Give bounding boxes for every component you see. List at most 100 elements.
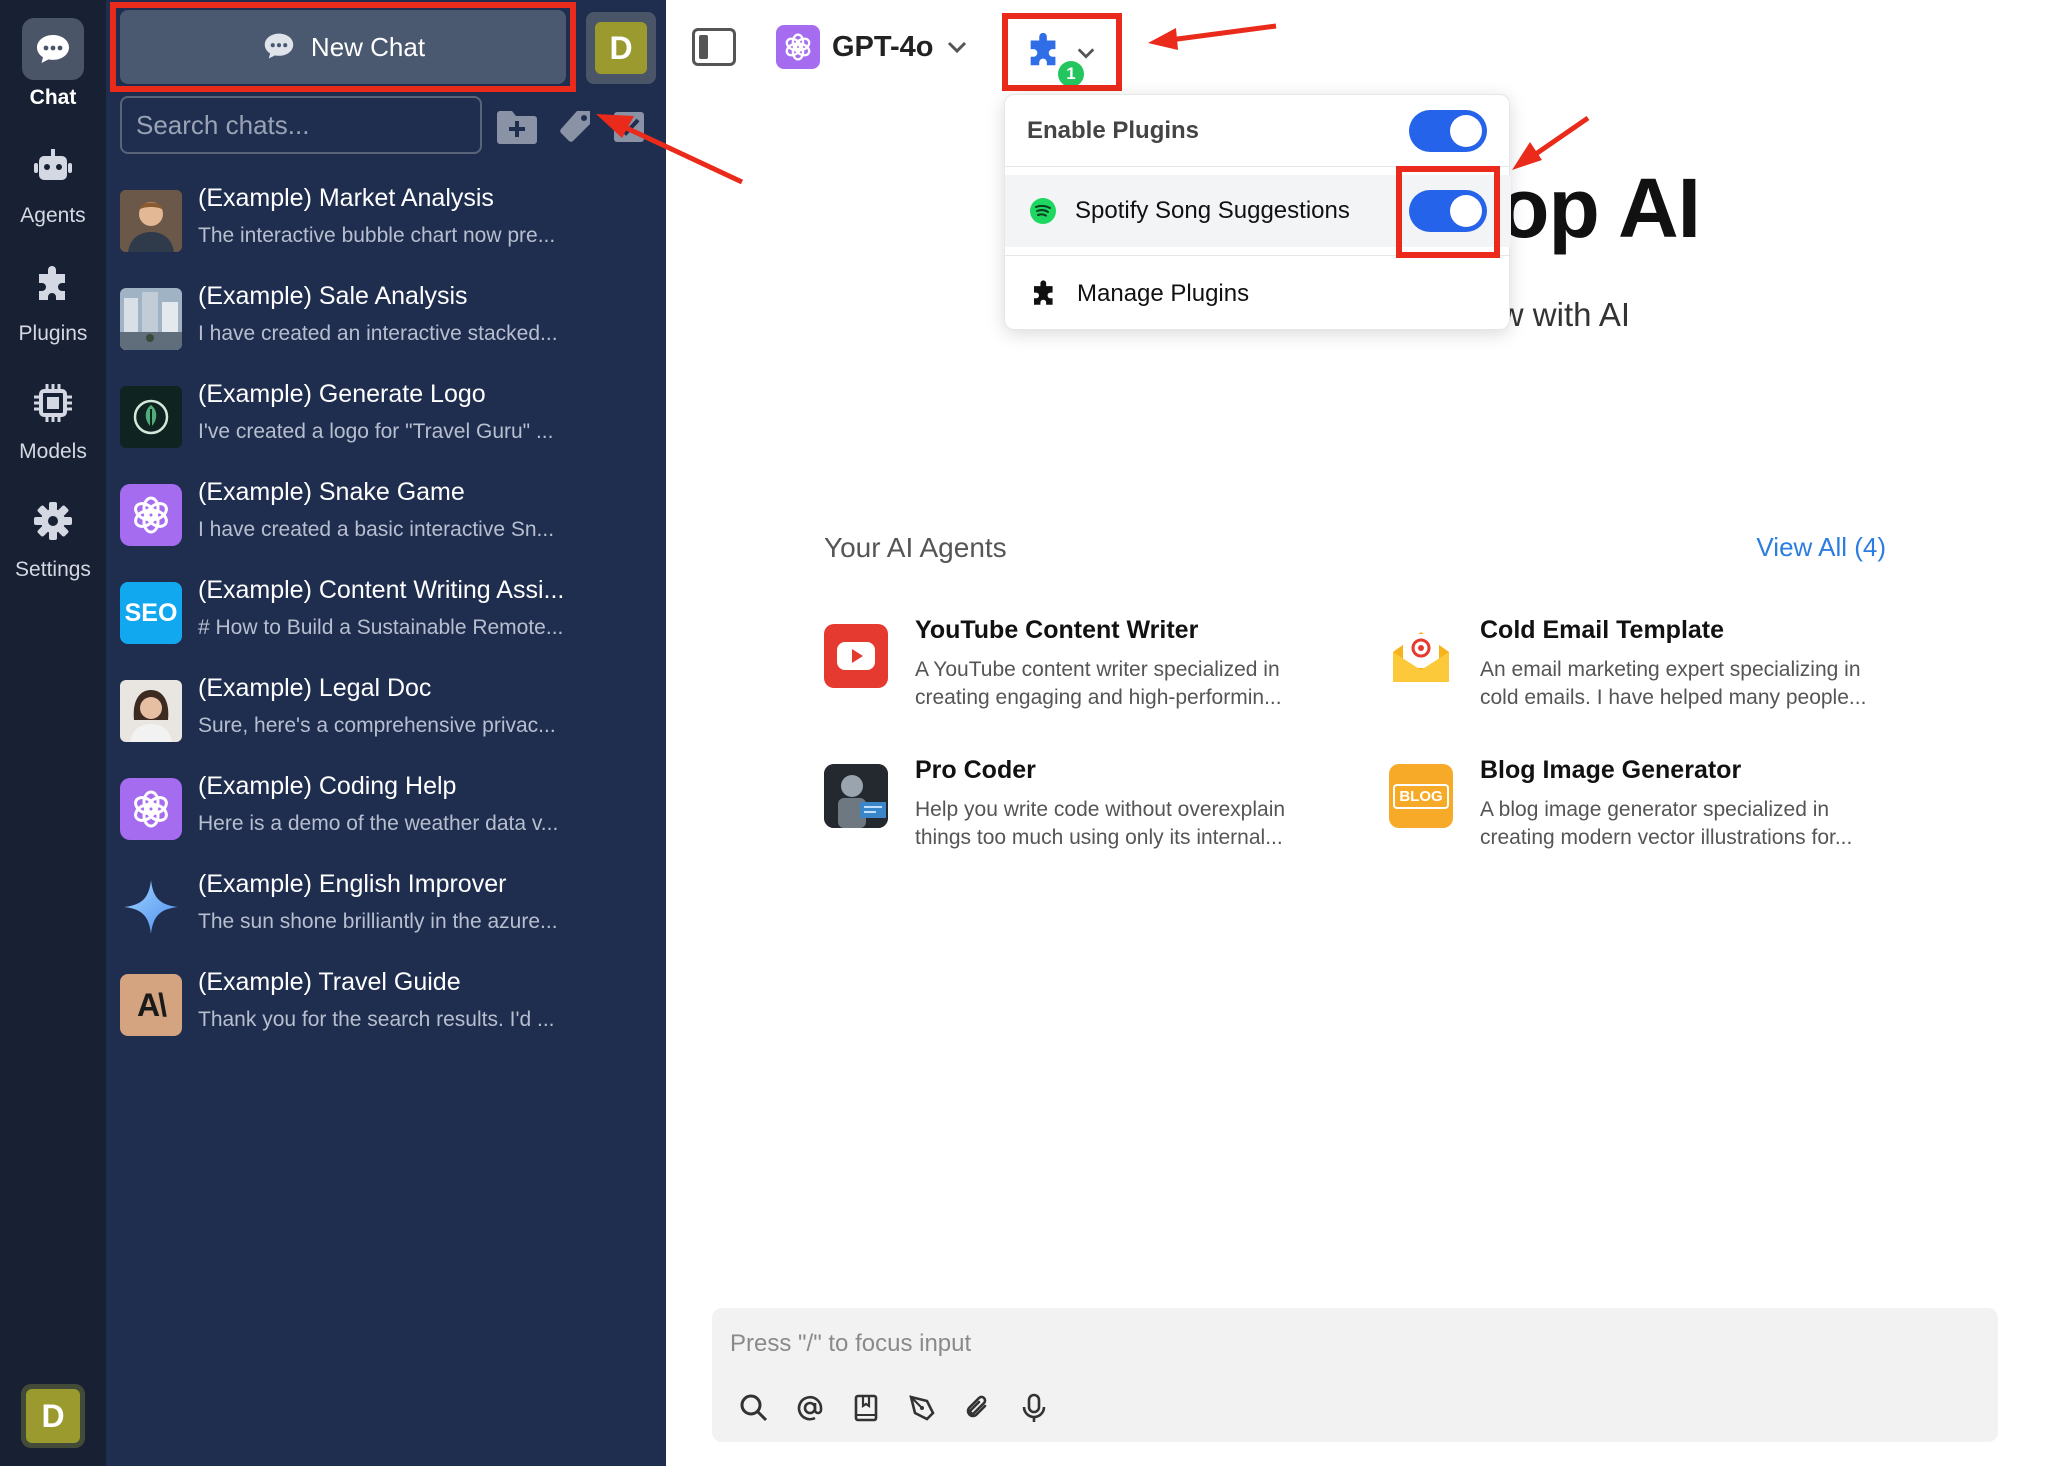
chat-list-panel: New Chat D (Example) Market Analysis The… (106, 0, 666, 1466)
enable-plugins-row: Enable Plugins (1005, 95, 1511, 167)
agent-description: A blog image generator specialized in cr… (1480, 796, 1900, 852)
openai-logo-icon (776, 25, 820, 69)
panel-user-avatar[interactable]: D (586, 12, 656, 84)
voice-input-button[interactable] (1016, 1390, 1052, 1426)
mention-button[interactable] (792, 1390, 828, 1426)
puzzle-icon (22, 254, 84, 316)
plugins-dropdown-button[interactable]: 1 (1010, 22, 1110, 87)
chat-preview: I've created a logo for "Travel Guru" ..… (198, 420, 554, 443)
tag-button[interactable] (552, 104, 598, 150)
chat-title: (Example) Snake Game (198, 478, 465, 506)
chat-preview: Thank you for the search results. I'd ..… (198, 1008, 555, 1031)
chat-preview: I have created an interactive stacked... (198, 322, 558, 345)
agent-name: YouTube Content Writer (915, 616, 1199, 644)
agent-description: A YouTube content writer specialized in … (915, 656, 1335, 712)
seo-badge-icon: SEO (120, 582, 182, 644)
openai-logo-icon (120, 484, 182, 546)
enable-plugins-toggle[interactable] (1409, 110, 1487, 152)
agent-card[interactable]: YouTube Content Writer A YouTube content… (824, 616, 1344, 726)
spotify-plugin-toggle[interactable] (1409, 190, 1487, 232)
plugin-count-badge: 1 (1058, 61, 1084, 87)
agent-card[interactable]: Pro Coder Help you write code without ov… (824, 756, 1344, 866)
rail-item-settings[interactable]: Settings (0, 490, 106, 582)
new-chat-button[interactable]: New Chat (120, 10, 566, 84)
rail-item-chat[interactable]: Chat (0, 18, 106, 110)
agent-description-line: things too much using only its internal.… (915, 826, 1283, 849)
model-selector[interactable]: GPT-4o (776, 24, 968, 70)
chat-title: (Example) Travel Guide (198, 968, 461, 996)
chat-list-item[interactable]: (Example) Sale Analysis I have created a… (120, 282, 650, 372)
plugin-puzzle-icon: 1 (1024, 31, 1084, 87)
rail-item-plugins[interactable]: Plugins (0, 254, 106, 346)
attach-file-button[interactable] (960, 1390, 996, 1426)
sidebar-toggle-button[interactable] (692, 28, 736, 66)
chat-preview: I have created a basic interactive Sn... (198, 518, 555, 541)
chat-list-item[interactable]: (Example) Coding Help Here is a demo of … (120, 772, 650, 862)
chat-preview: Here is a demo of the weather data v... (198, 812, 559, 835)
chat-list-item[interactable]: A\ (Example) Travel Guide Thank you for … (120, 968, 650, 1058)
leaf-logo-icon (120, 386, 182, 448)
agent-name: Blog Image Generator (1480, 756, 1742, 784)
manage-plugins-label: Manage Plugins (1077, 279, 1250, 307)
chat-list-item[interactable]: (Example) English Improver The sun shone… (120, 870, 650, 960)
rail-item-agents[interactable]: Agents (0, 136, 106, 228)
city-photo-icon (120, 288, 182, 350)
robot-icon (22, 136, 84, 198)
plugin-row-spotify[interactable]: Spotify Song Suggestions (1005, 175, 1511, 247)
agent-card[interactable]: BLOG Blog Image Generator A blog image g… (1389, 756, 1909, 866)
plugin-name: Spotify Song Suggestions (1075, 197, 1350, 224)
chat-bubble-icon (264, 33, 294, 59)
chat-title: (Example) Generate Logo (198, 380, 486, 408)
rail-label: Agents (20, 204, 86, 227)
select-chats-button[interactable] (606, 104, 652, 150)
youtube-icon (824, 624, 888, 688)
chat-list-item[interactable]: (Example) Generate Logo I've created a l… (120, 380, 650, 470)
agent-description-line: creating engaging and high-performin... (915, 686, 1282, 709)
puzzle-icon (1034, 279, 1053, 305)
message-input[interactable] (728, 1324, 1968, 1364)
chat-title: (Example) Market Analysis (198, 184, 494, 212)
search-icon (740, 1394, 768, 1422)
paperclip-icon (966, 1395, 987, 1418)
new-folder-button[interactable] (494, 104, 540, 150)
agent-description: An email marketing expert specializing i… (1480, 656, 1900, 712)
agent-description-line: A blog image generator specialized in (1480, 798, 1830, 821)
email-envelope-icon (1389, 624, 1453, 688)
chat-list-item[interactable]: (Example) Legal Doc Sure, here's a compr… (120, 674, 650, 764)
user-avatar[interactable]: D (21, 1384, 85, 1448)
draw-button[interactable] (904, 1390, 940, 1426)
agent-card[interactable]: Cold Email Template An email marketing e… (1389, 616, 1909, 726)
manage-plugins-item[interactable]: Manage Plugins (1005, 255, 1511, 331)
microphone-icon (1022, 1393, 1046, 1422)
tag-icon (560, 111, 590, 142)
model-name: GPT-4o (832, 30, 934, 63)
robot-coder-icon (824, 764, 888, 828)
folder-plus-icon (497, 111, 537, 144)
gear-icon (22, 490, 84, 552)
chat-title: (Example) English Improver (198, 870, 507, 898)
person-avatar-icon (120, 680, 182, 742)
rail-item-models[interactable]: Models (0, 372, 106, 464)
plugins-dropdown-menu: Enable Plugins Spotify Song Suggestions … (1004, 94, 1511, 331)
agent-description-line: A YouTube content writer specialized in (915, 658, 1280, 681)
agent-name: Cold Email Template (1480, 616, 1725, 644)
search-chats-input[interactable] (120, 96, 482, 154)
chevron-down-icon (947, 41, 966, 54)
prompt-library-button[interactable] (848, 1390, 884, 1426)
chat-title: (Example) Content Writing Assi... (198, 576, 565, 604)
web-search-button[interactable] (736, 1390, 772, 1426)
view-all-agents-link[interactable]: View All (4) (1740, 532, 1886, 563)
rail-label: Plugins (18, 322, 88, 345)
rail-label: Chat (29, 86, 77, 109)
chat-preview: The interactive bubble chart now pre... (198, 224, 556, 247)
sparkle-icon (120, 876, 182, 938)
avatar-initial: D (26, 1389, 80, 1443)
chat-bubble-icon (22, 18, 84, 80)
spotify-icon (1030, 198, 1056, 224)
agent-description-line: An email marketing expert specializing i… (1480, 658, 1861, 681)
chat-title: (Example) Coding Help (198, 772, 457, 800)
chat-list-item[interactable]: (Example) Market Analysis The interactiv… (120, 184, 650, 274)
chat-list-item[interactable]: SEO (Example) Content Writing Assi... # … (120, 576, 650, 666)
book-icon (854, 1394, 878, 1422)
chat-list-item[interactable]: (Example) Snake Game I have created a ba… (120, 478, 650, 568)
